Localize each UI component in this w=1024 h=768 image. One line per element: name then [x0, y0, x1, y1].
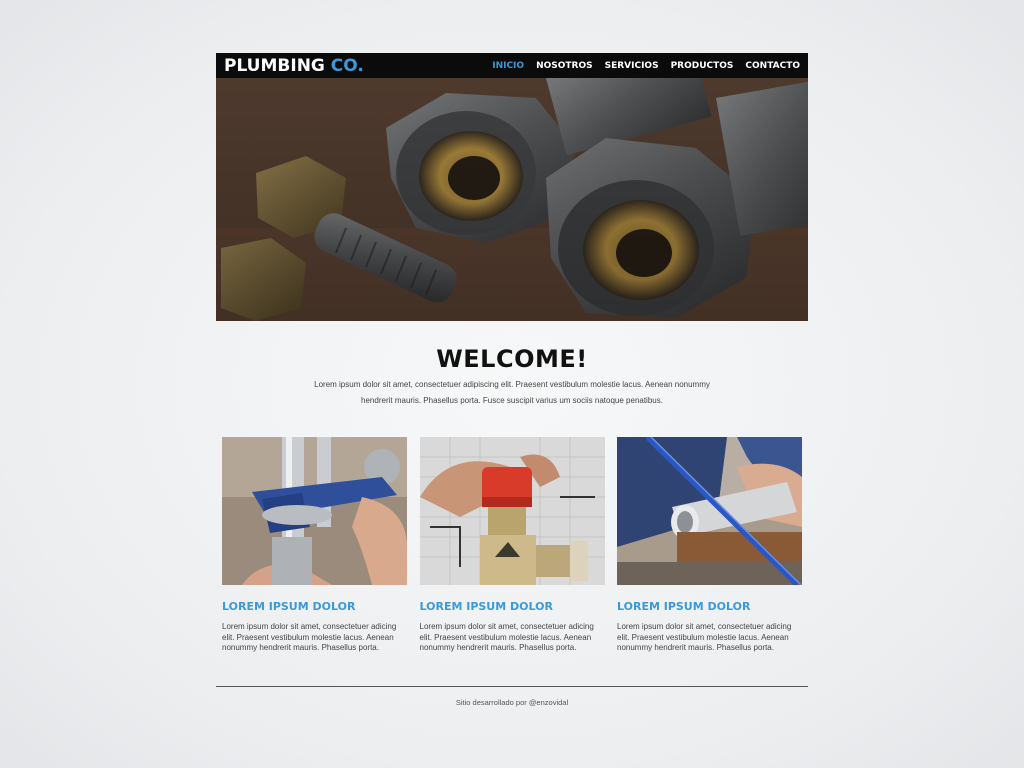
website-mockup: PLUMBING CO. INICIO NOSOTROS SERVICIOS P… [216, 53, 808, 707]
nav-item-productos[interactable]: PRODUCTOS [671, 61, 734, 71]
service-cards: LOREM IPSUM DOLOR Lorem ipsum dolor sit … [216, 437, 808, 654]
wrench-pipe-image[interactable] [222, 437, 407, 585]
nav-item-contacto[interactable]: CONTACTO [745, 61, 800, 71]
header-bar: PLUMBING CO. INICIO NOSOTROS SERVICIOS P… [216, 53, 808, 78]
service-card: LOREM IPSUM DOLOR Lorem ipsum dolor sit … [222, 437, 407, 654]
logo-text: PLUMBING [224, 55, 325, 76]
nav-item-nosotros[interactable]: NOSOTROS [536, 61, 593, 71]
site-logo[interactable]: PLUMBING CO. [224, 56, 364, 76]
welcome-title: WELCOME! [436, 345, 588, 373]
service-card: LOREM IPSUM DOLOR Lorem ipsum dolor sit … [419, 437, 605, 654]
nav-item-servicios[interactable]: SERVICIOS [605, 61, 659, 71]
card-text: Lorem ipsum dolor sit amet, consectetuer… [222, 622, 397, 652]
welcome-section: WELCOME! Lorem ipsum dolor sit amet, con… [216, 321, 808, 409]
card-title[interactable]: LOREM IPSUM DOLOR [617, 600, 802, 613]
nav-item-inicio[interactable]: INICIO [492, 61, 524, 71]
card-text: Lorem ipsum dolor sit amet, consectetuer… [419, 622, 594, 652]
pipe-fittings-illustration [216, 78, 808, 321]
pipe-cutting-image[interactable] [617, 437, 802, 585]
welcome-text: Lorem ipsum dolor sit amet, consectetuer… [314, 380, 710, 405]
card-text: Lorem ipsum dolor sit amet, consectetuer… [617, 622, 792, 652]
card-title[interactable]: LOREM IPSUM DOLOR [222, 600, 407, 613]
footer-credit: Sitio desarrollado por @enzovidal [455, 697, 569, 707]
main-nav: INICIO NOSOTROS SERVICIOS PRODUCTOS CONT… [492, 61, 800, 71]
logo-accent: CO. [330, 55, 364, 76]
service-card: LOREM IPSUM DOLOR Lorem ipsum dolor sit … [617, 437, 802, 654]
card-title[interactable]: LOREM IPSUM DOLOR [420, 600, 605, 613]
footer-divider [216, 685, 808, 687]
valve-image[interactable] [419, 437, 605, 585]
hero-image [216, 78, 808, 321]
